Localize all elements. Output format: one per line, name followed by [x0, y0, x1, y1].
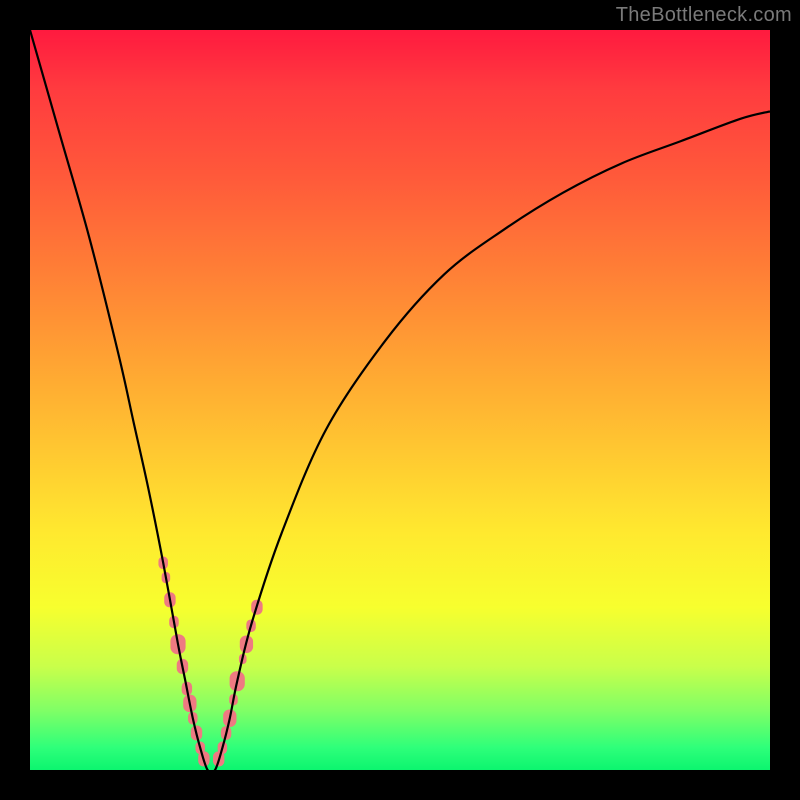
- curve-svg: [30, 30, 770, 770]
- marker-layer: [158, 557, 262, 767]
- chart-frame: TheBottleneck.com: [0, 0, 800, 800]
- watermark-text: TheBottleneck.com: [616, 4, 792, 27]
- main-curve: [30, 30, 770, 773]
- plot-area: [30, 30, 770, 770]
